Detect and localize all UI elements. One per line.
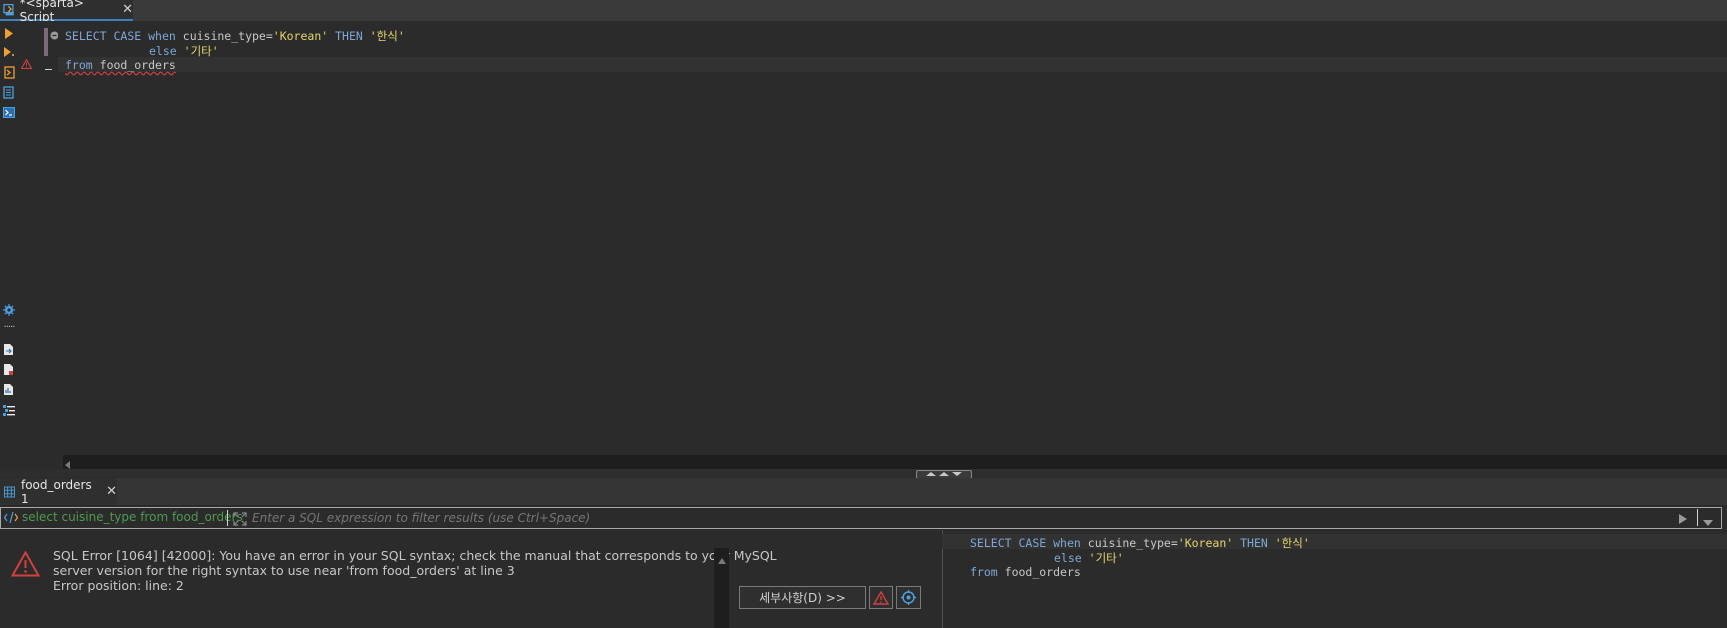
query-line-2: else '기타'	[1054, 550, 1124, 566]
identifier: cuisine_type=	[182, 29, 273, 43]
editor-horizontal-scrollbar[interactable]	[63, 455, 1727, 469]
close-icon[interactable]: ✕	[106, 485, 117, 498]
change-marker	[44, 28, 48, 56]
editor-tab-strip	[0, 0, 1727, 21]
identifier: cuisine_type=	[1087, 536, 1178, 550]
statistics-file-icon[interactable]	[2, 383, 15, 396]
keyword: from	[65, 58, 93, 72]
string-literal: '기타'	[1088, 551, 1124, 565]
close-icon[interactable]: ✕	[122, 3, 133, 16]
code-line-1: SELECT CASE when cuisine_type='Korean' T…	[65, 28, 405, 44]
explain-plan-icon[interactable]	[2, 86, 15, 99]
execute-new-tab-icon[interactable]	[2, 46, 15, 59]
keyword: SELECT	[970, 536, 1012, 550]
string-literal: '한식'	[1274, 536, 1310, 550]
keyword: else	[1054, 551, 1082, 565]
keyword: when	[1053, 536, 1081, 550]
error-message-line-2: server version for the right syntax to u…	[53, 563, 515, 578]
details-button[interactable]: 세부사항(D) >>	[739, 586, 866, 609]
outline-panel-icon[interactable]	[2, 403, 15, 416]
search-error-button[interactable]	[896, 586, 921, 609]
filter-divider	[1697, 509, 1698, 526]
error-log-file-icon[interactable]	[2, 363, 15, 376]
identifier: food_orders	[99, 58, 176, 72]
filter-divider	[227, 510, 228, 526]
keyword: THEN	[1240, 536, 1268, 550]
filter-expression-input[interactable]	[252, 509, 1672, 527]
keyword: THEN	[335, 29, 363, 43]
results-tab-label: food_orders 1	[20, 477, 92, 506]
code-line-2: else '기타'	[149, 43, 219, 59]
editor-results-sash[interactable]	[0, 469, 1727, 477]
apply-filter-icon[interactable]	[1679, 513, 1687, 527]
details-button-label: 세부사항(D) >>	[759, 591, 846, 605]
tab-sparta-script[interactable]: *<sparta> Script ✕	[0, 0, 133, 24]
error-warning-icon	[20, 58, 33, 72]
keyword: when	[148, 29, 176, 43]
tab-title: *<sparta> Script	[19, 0, 84, 24]
more-dots-icon[interactable]: ·····	[2, 321, 16, 334]
settings-gear-icon[interactable]	[2, 303, 15, 316]
string-literal: 'Korean'	[272, 29, 329, 43]
scroll-up-arrow-icon[interactable]	[718, 553, 726, 567]
cursor-line-marker	[45, 69, 52, 70]
keyword: CASE	[1018, 536, 1047, 550]
keyword: from	[970, 565, 998, 579]
error-message-line-1: SQL Error [1064] [42000]: You have an er…	[53, 548, 777, 563]
query-line-3: from food_orders	[970, 565, 1081, 579]
editor-gutter	[18, 21, 58, 456]
string-literal: 'Korean'	[1177, 536, 1234, 550]
error-triangle-icon	[10, 550, 41, 580]
error-log-button[interactable]	[869, 586, 893, 609]
execute-statement-icon[interactable]	[2, 27, 15, 40]
table-grid-icon	[4, 486, 15, 497]
current-line-highlight	[58, 57, 1727, 72]
keyword: else	[149, 44, 177, 58]
expand-filter-icon[interactable]	[233, 512, 247, 529]
warning-icon	[873, 590, 889, 605]
target-search-icon	[901, 590, 916, 605]
results-tab-strip	[0, 478, 1727, 505]
query-line-1: SELECT CASE when cuisine_type='Korean' T…	[970, 535, 1310, 551]
tab-food-orders-1[interactable]: food_orders 1 ✕	[0, 477, 117, 506]
keyword: CASE	[113, 29, 142, 43]
identifier: food_orders	[1004, 565, 1081, 579]
string-literal: '기타'	[183, 44, 219, 58]
export-file-icon[interactable]	[2, 343, 15, 356]
editor-side-toolbar: ·····	[0, 21, 18, 476]
filter-history-dropdown-icon[interactable]	[1703, 515, 1713, 529]
sql-script-icon	[3, 3, 14, 15]
string-literal: '한식'	[369, 29, 405, 43]
execute-script-icon[interactable]	[2, 66, 15, 79]
terminal-icon[interactable]	[2, 106, 15, 119]
sql-query-icon	[3, 511, 19, 527]
keyword: SELECT	[65, 29, 107, 43]
sql-editor[interactable]	[58, 21, 1727, 455]
active-query-text: select cuisine_type from food_orders	[22, 510, 243, 524]
code-line-3: from food_orders	[65, 58, 176, 72]
error-position: Error position: line: 2	[53, 578, 184, 593]
